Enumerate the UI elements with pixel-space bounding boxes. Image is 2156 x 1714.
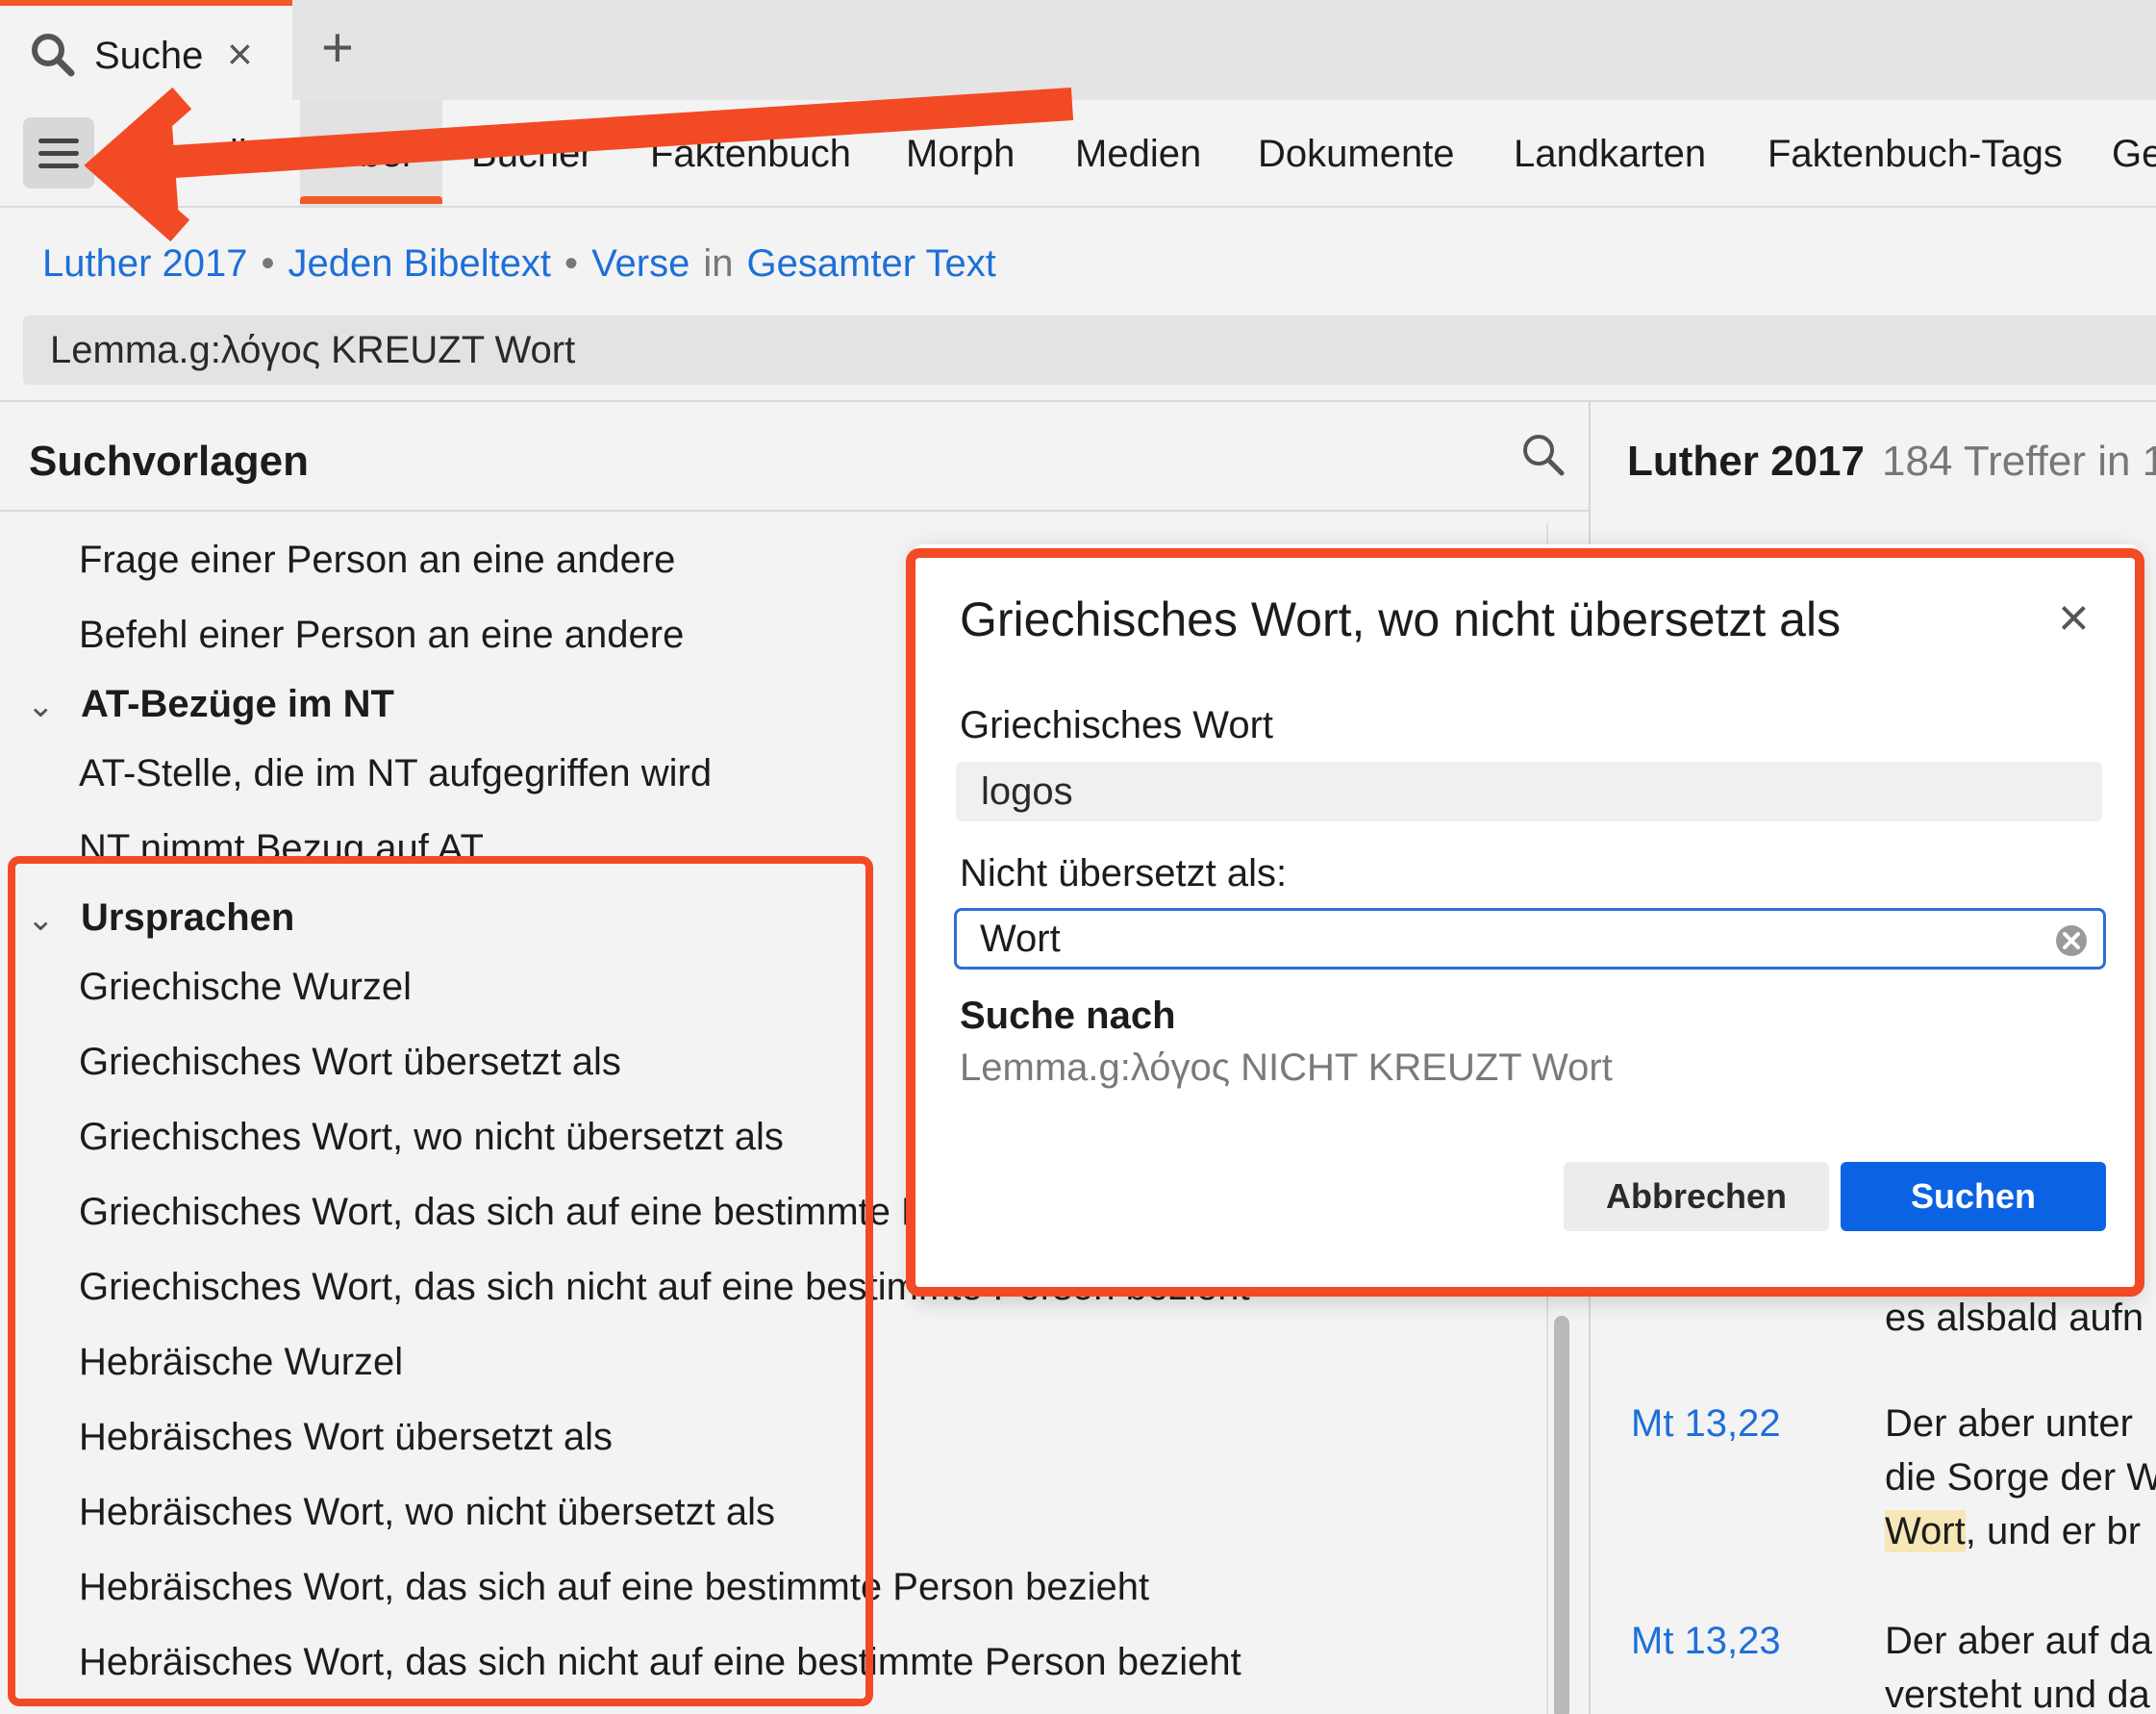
search-hit: Wort <box>1885 1510 1966 1552</box>
category-documents[interactable]: Dokumente <box>1258 127 1455 181</box>
template-item[interactable]: Frage einer Person an eine andere <box>79 533 675 587</box>
search-icon[interactable] <box>1519 431 1566 477</box>
menu-icon[interactable] <box>23 117 94 189</box>
verse-reference[interactable]: Mt 13,23 <box>1631 1614 1781 1668</box>
menu-icon-bar <box>38 151 79 156</box>
new-tab-icon[interactable]: + <box>321 17 354 79</box>
tab-search[interactable]: Suche × <box>0 0 292 100</box>
category-morph[interactable]: Morph <box>906 127 1015 181</box>
close-tab-icon[interactable]: × <box>227 27 253 81</box>
category-bar: Überall Bibel Bücher Faktenbuch Morph Me… <box>0 100 2156 208</box>
menu-icon-bar <box>38 164 79 168</box>
scope-range-link[interactable]: Gesamter Text <box>747 242 996 285</box>
scope-bible-link[interactable]: Luther 2017 <box>42 242 248 285</box>
query-preview: Lemma.g:λόγος NICHT KREUZT Wort <box>960 1046 1613 1089</box>
verse-reference[interactable]: Mt 13,22 <box>1631 1397 1781 1450</box>
search-scope: Luther 2017 • Jeden Bibeltext • Verse in Gesam… <box>42 237 996 290</box>
scope-separator: • <box>261 242 275 285</box>
template-group-ot-references[interactable]: ⌄ AT-Bezüge im NT <box>27 677 394 733</box>
search-icon <box>32 34 75 77</box>
category-overall[interactable]: Überall <box>125 127 247 181</box>
scope-separator: • <box>564 242 579 285</box>
scope-in-label: in <box>703 242 734 285</box>
results-count: 184 Treffer in 1 <box>1881 438 2156 485</box>
active-category-indicator <box>300 196 442 204</box>
search-button[interactable]: Suchen <box>1841 1162 2106 1231</box>
verse-text: es alsbald aufn <box>1885 1297 2144 1339</box>
category-books[interactable]: Bücher <box>471 127 593 181</box>
verse-text: , und er br <box>1965 1510 2142 1552</box>
category-media[interactable]: Medien <box>1075 127 1201 181</box>
verse-text: Der aber unter <box>1885 1402 2133 1445</box>
close-icon[interactable]: × <box>2058 587 2090 648</box>
cancel-button[interactable]: Abbrechen <box>1564 1162 1829 1231</box>
panel-title: Suchvorlagen <box>29 438 309 485</box>
group-label: AT-Bezüge im NT <box>81 683 394 725</box>
template-item[interactable]: AT-Stelle, die im NT aufgegriffen wird <box>79 746 712 800</box>
preview-label: Suche nach <box>960 995 1176 1037</box>
not-translated-input[interactable] <box>954 908 2106 970</box>
verse-text: Der aber auf da <box>1885 1620 2152 1662</box>
not-translated-label: Nicht übersetzt als: <box>960 852 1288 895</box>
scope-unit-link[interactable]: Verse <box>591 242 689 285</box>
scope-text-link[interactable]: Jeden Bibeltext <box>288 242 552 285</box>
results-header: Luther 2017 184 Treffer in 1 <box>1627 433 2156 491</box>
category-factbook-tags[interactable]: Faktenbuch-Tags <box>1767 127 2063 181</box>
verse-text-line: Wort, und er br <box>1885 1504 2141 1558</box>
category-factbook[interactable]: Faktenbuch <box>650 127 851 181</box>
category-more[interactable]: Ge <box>2112 127 2156 181</box>
template-item[interactable]: Befehl einer Person an eine andere <box>79 608 684 662</box>
annotation-highlight-box <box>8 856 873 1706</box>
tab-strip: Suche × + <box>0 0 2156 100</box>
chevron-down-icon: ⌄ <box>27 688 55 724</box>
template-dialog: Griechisches Wort, wo nicht übersetzt al… <box>914 544 2139 1295</box>
divider <box>0 510 1589 512</box>
tab-title: Suche <box>94 35 204 77</box>
verse-text: die Sorge der W <box>1885 1456 2156 1499</box>
results-bible: Luther 2017 <box>1627 438 1865 485</box>
category-bible[interactable]: Bibel <box>325 127 411 181</box>
menu-icon-bar <box>38 139 79 143</box>
verse-text: versteht und da <box>1885 1674 2150 1714</box>
category-maps[interactable]: Landkarten <box>1514 127 1706 181</box>
scrollbar-thumb[interactable] <box>1554 1316 1569 1714</box>
greek-word-input[interactable] <box>956 762 2102 821</box>
clear-input-icon[interactable] <box>2054 923 2089 958</box>
query-input[interactable]: Lemma.g:λόγος KREUZT Wort <box>23 315 2156 385</box>
greek-word-label: Griechisches Wort <box>960 704 1274 746</box>
dialog-title: Griechisches Wort, wo nicht übersetzt al… <box>960 592 1842 646</box>
